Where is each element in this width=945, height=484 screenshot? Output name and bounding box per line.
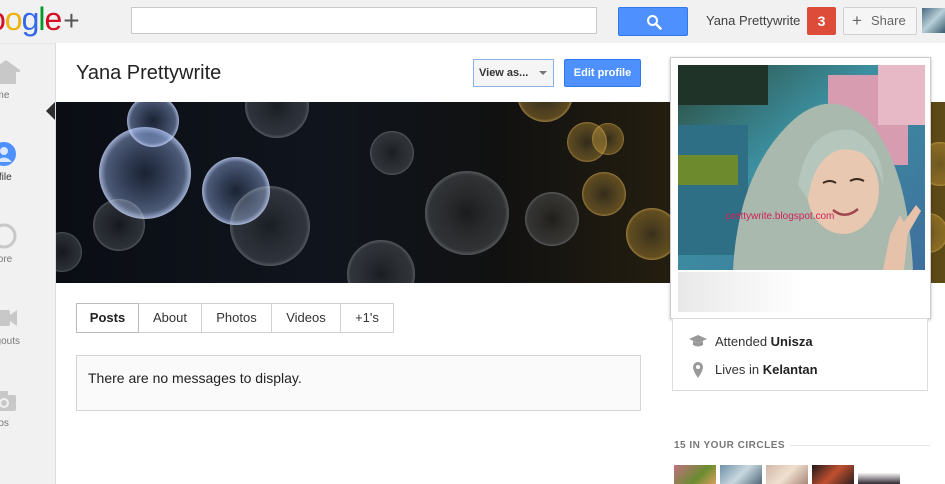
circle-member-avatar[interactable] xyxy=(858,465,900,484)
google-plus-logo[interactable]: oogle+ xyxy=(0,1,80,38)
hangouts-icon xyxy=(0,310,17,326)
circle-member-avatar[interactable] xyxy=(812,465,854,484)
photo-bottom-shadow xyxy=(678,272,925,312)
notification-count-button[interactable]: 3 xyxy=(807,7,836,35)
tab-photos[interactable]: Photos xyxy=(202,303,272,333)
top-bar: oogle+ Yana Prettywrite 3 + Share xyxy=(0,0,945,44)
search-icon xyxy=(647,15,662,30)
compass-icon xyxy=(0,223,17,249)
location-prefix: Lives in xyxy=(715,362,760,377)
profile-name: Yana Prettywrite xyxy=(76,62,222,84)
nav-item-profile[interactable]: rofile xyxy=(0,140,48,210)
education-value[interactable]: Unisza xyxy=(771,334,813,349)
empty-stream-message: There are no messages to display. xyxy=(76,355,641,411)
nav-label: otos xyxy=(0,418,9,429)
edit-profile-button[interactable]: Edit profile xyxy=(564,59,641,87)
logo-letter: o xyxy=(4,1,23,37)
photo-watermark: prettywrite.blogspot.com xyxy=(726,211,834,222)
view-as-label: View as... xyxy=(479,67,529,79)
circles-count-heading[interactable]: 15 IN YOUR CIRCLES xyxy=(674,440,785,451)
nav-label: olore xyxy=(0,254,13,265)
search-input[interactable] xyxy=(131,7,597,34)
divider xyxy=(790,445,930,446)
chevron-down-icon xyxy=(539,71,547,75)
logo-plus: + xyxy=(63,5,79,36)
nav-label: rofile xyxy=(0,172,12,183)
search-button[interactable] xyxy=(618,7,688,36)
profile-info-card: Attended Unisza Lives in Kelantan xyxy=(672,318,928,391)
tab-about[interactable]: About xyxy=(139,303,202,333)
camera-icon xyxy=(0,391,16,411)
view-as-dropdown[interactable]: View as... xyxy=(473,59,554,87)
education-prefix: Attended xyxy=(715,334,768,349)
circle-member-avatar[interactable] xyxy=(720,465,762,484)
home-icon xyxy=(0,60,20,84)
circle-member-avatar[interactable] xyxy=(766,465,808,484)
nav-item-photos[interactable]: otos xyxy=(0,386,48,456)
profile-photo-image: prettywrite.blogspot.com xyxy=(678,65,925,270)
plus-icon: + xyxy=(852,11,862,30)
tab-videos[interactable]: Videos xyxy=(272,303,341,333)
profile-tabs: Posts About Photos Videos +1's xyxy=(76,303,394,333)
logo-letter: g xyxy=(21,1,40,37)
account-avatar[interactable] xyxy=(922,8,945,33)
share-label: Share xyxy=(871,13,906,28)
location-pin-icon xyxy=(693,362,703,378)
nav-item-hangouts[interactable]: ngouts xyxy=(0,304,48,374)
graduation-cap-icon xyxy=(689,335,707,347)
nav-item-explore[interactable]: olore xyxy=(0,222,48,292)
logo-letter: e xyxy=(44,1,63,37)
share-button[interactable]: + Share xyxy=(843,7,917,35)
nav-item-home[interactable]: ome xyxy=(0,58,48,128)
tab-plus-ones[interactable]: +1's xyxy=(341,303,394,333)
nav-label: ngouts xyxy=(0,336,21,347)
profile-photo[interactable]: prettywrite.blogspot.com xyxy=(678,65,925,270)
profile-photo-card[interactable]: prettywrite.blogspot.com xyxy=(670,57,931,319)
left-navigation: ome rofile olore ngouts otos xyxy=(0,44,48,484)
profile-icon xyxy=(0,142,16,166)
nav-label: ome xyxy=(0,90,10,101)
user-name-link[interactable]: Yana Prettywrite xyxy=(706,13,800,28)
location-value[interactable]: Kelantan xyxy=(763,362,818,377)
circle-member-avatar[interactable] xyxy=(674,465,716,484)
tab-posts[interactable]: Posts xyxy=(76,303,139,333)
